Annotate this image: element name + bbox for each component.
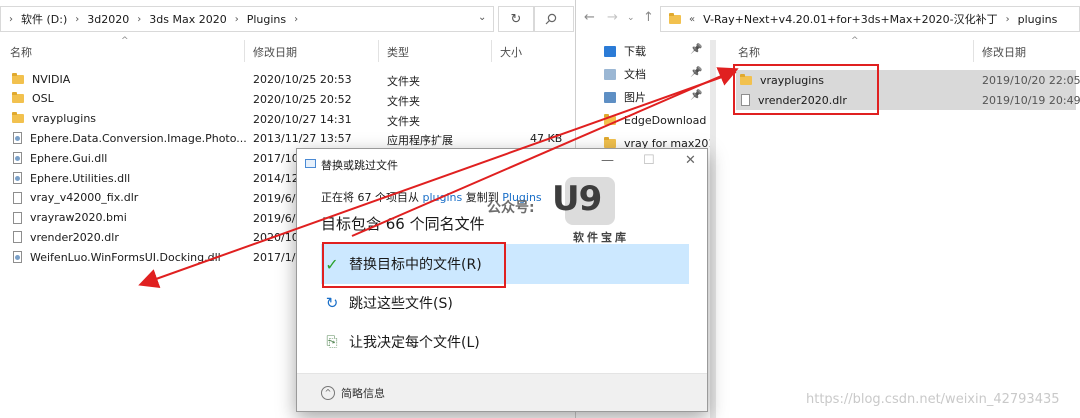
arrow-to-right-folder	[351, 67, 739, 237]
csdn-watermark: https://blog.csdn.net/weixin_42793435	[806, 392, 1060, 407]
annotation-arrows	[138, 67, 739, 289]
arrow-to-left-pane	[138, 71, 737, 289]
